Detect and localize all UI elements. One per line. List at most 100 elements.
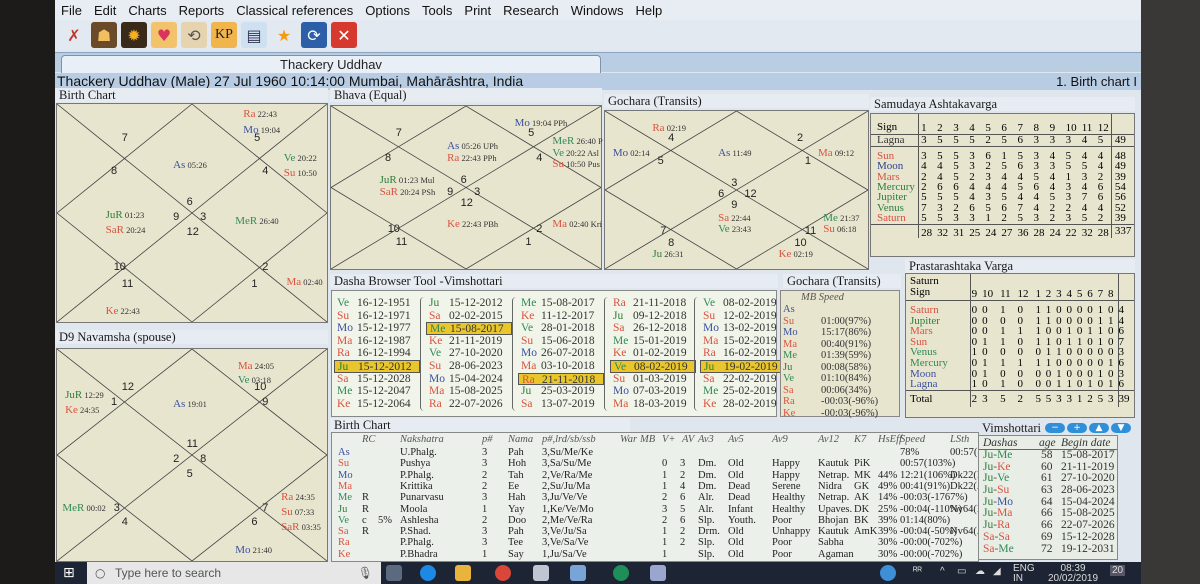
dasha-row[interactable]: Ra 21-11-2018 — [518, 372, 604, 386]
sun-icon[interactable]: ✹ — [121, 22, 147, 48]
menu-classical-references[interactable]: Classical references — [230, 3, 359, 18]
astrology-app-icon[interactable] — [570, 565, 586, 581]
table-row[interactable]: Ve c 5% Ashlesha 2 Doo 2,Me/Ve/Ra 2 6 Slp. Youth. P… — [332, 515, 978, 526]
onedrive-icon[interactable]: ☁ — [975, 566, 985, 577]
scroll-up-button[interactable]: ▲ — [1089, 423, 1109, 433]
dasha-row[interactable]: Ra 16-02-2019 — [700, 347, 786, 360]
edge-browser-icon[interactable] — [420, 565, 436, 581]
menu-charts[interactable]: Charts — [122, 3, 172, 18]
dasha-row[interactable]: Mo 13-02-2019 — [700, 322, 786, 335]
menu-tools[interactable]: Tools — [416, 3, 458, 18]
taskbar-search-input[interactable]: ○ Type here to search 🎙 — [87, 562, 381, 584]
dasha-row[interactable]: Ma 18-03-2019 — [610, 398, 696, 411]
dasha-row[interactable]: Ve 16-12-1951 — [334, 297, 420, 310]
dasha-row[interactable]: Ju 15-12-2012 — [334, 359, 420, 373]
show-hidden-icons[interactable]: ^ — [940, 566, 945, 577]
app-icon[interactable] — [613, 565, 629, 581]
dasha-row[interactable]: Ma 15-02-2019 — [700, 335, 786, 348]
dasha-row[interactable]: Ju 25-03-2019 — [518, 385, 604, 398]
dasha-row[interactable]: Ju 19-02-2019 — [700, 359, 786, 373]
dasha-row[interactable]: Sa 26-12-2018 — [610, 322, 696, 335]
dasha-row[interactable]: Ma 03-10-2018 — [518, 360, 604, 373]
dasha-row[interactable]: Ju 09-12-2018 — [610, 310, 696, 323]
dasha-row[interactable]: Ju 15-12-2012 — [426, 297, 512, 310]
wifi-icon[interactable]: ◢ — [993, 566, 1001, 577]
file-explorer-icon[interactable] — [455, 565, 471, 581]
dasha-row[interactable]: Ra 21-11-2018 — [610, 297, 696, 310]
close-icon[interactable]: ✕ — [331, 22, 357, 48]
dasha-row[interactable]: Su 12-02-2019 — [700, 310, 786, 323]
task-view-icon[interactable] — [386, 565, 402, 581]
dasha-row[interactable]: Ra 22-07-2026 — [426, 398, 512, 411]
star-icon[interactable]: ★ — [271, 22, 297, 48]
menu-print[interactable]: Print — [458, 3, 497, 18]
dasha-row[interactable]: Me 15-08-2017 — [518, 297, 604, 310]
dasha-row[interactable]: Me 15-12-2047 — [334, 385, 420, 398]
dasha-row[interactable]: Sa 22-02-2019 — [700, 373, 786, 386]
expand-button[interactable]: + — [1067, 423, 1087, 433]
gochara-chart[interactable]: 4 5 2 1 3 6 12 9 7 8 11 10 Ra 02:19 Mo 02:14 As 11:49 M… — [604, 110, 869, 270]
app-pinned-icon[interactable] — [650, 565, 666, 581]
table-row[interactable]: AsU.Phalg.3Pah3,Su/Me/Ke78%00:57(103%) — [332, 447, 1005, 458]
dasha-row[interactable]: Ke 15-12-2064 — [334, 398, 420, 411]
table-row[interactable]: Ju R Moola 1 Yay 1,Ke/Ve/Mo 3 5 Alr. Infant Health… — [332, 504, 995, 515]
notification-center-icon[interactable]: 20 — [1110, 565, 1126, 576]
kp-icon[interactable]: KP — [211, 22, 237, 48]
dasha-row[interactable]: Ke 21-11-2019 — [426, 335, 512, 348]
dasha-row[interactable]: Su 28-06-2023 — [426, 360, 512, 373]
chart-notes-icon[interactable]: ▤ — [241, 22, 267, 48]
dasha-row[interactable]: Ke 28-02-2019 — [700, 398, 786, 411]
table-row[interactable]: Su Pushya 3 Hoh 3,Sa/Su/Me 0 3 Dm. Old Happy Kautu… — [332, 458, 978, 469]
scroll-down-button[interactable]: ▼ — [1111, 423, 1131, 433]
collapse-button[interactable]: − — [1045, 423, 1065, 433]
tools-icon[interactable]: ✗ — [61, 22, 87, 48]
silhouette-icon[interactable]: ☗ — [91, 22, 117, 48]
navamsha-chart[interactable]: 12 1 10 9 11 2 8 5 3 4 7 6 Ma 24:05 Ve 03:18 JuR 12:29… — [56, 348, 328, 562]
menu-reports[interactable]: Reports — [173, 3, 231, 18]
clock[interactable]: 08:39 20/02/2019 — [1048, 564, 1098, 584]
dasha-row[interactable]: Mo 26-07-2018 — [518, 347, 604, 360]
menu-options[interactable]: Options — [359, 3, 416, 18]
dasha-row[interactable]: Sa 13-07-2019 — [518, 398, 604, 411]
tab-chart[interactable]: Thackery Uddhav — [61, 55, 601, 73]
dasha-row[interactable]: Me 15-08-2017 — [426, 322, 512, 335]
dasha-row[interactable]: Me 25-02-2019 — [700, 385, 786, 398]
dasha-row[interactable]: Mo 07-03-2019 — [610, 385, 696, 398]
bhava-chart[interactable]: 7 8 5 4 6 9 3 12 10 11 2 1 Mo 19:04 PPh MeR 26:40 P Ve… — [330, 105, 603, 270]
dasha-row[interactable]: Me 15-01-2019 — [610, 335, 696, 348]
language-indicator[interactable]: ENG IN — [1013, 564, 1035, 584]
dasha-row[interactable]: Mo 15-12-1977 — [334, 322, 420, 335]
help-icon[interactable] — [880, 565, 896, 581]
hearts-icon[interactable]: ♥ — [151, 22, 177, 48]
dasha-row[interactable]: Su 16-12-1971 — [334, 310, 420, 323]
dasha-row[interactable]: Ve 27-10-2020 — [426, 347, 512, 360]
menu-help[interactable]: Help — [630, 3, 669, 18]
dasha-row[interactable]: Sa 02-02-2015 — [426, 310, 512, 323]
microphone-icon[interactable]: 🎙 — [358, 562, 373, 584]
windows-start-icon[interactable]: ⊞ — [63, 565, 79, 581]
dasha-row[interactable]: Mo 15-04-2024 — [426, 373, 512, 386]
dasha-row[interactable]: Su 01-03-2019 — [610, 373, 696, 386]
menu-research[interactable]: Research — [497, 3, 565, 18]
table-row[interactable]: Ra P.Phalg. 3 Tee 3,Ve/Sa/Ve 1 2 Slp. Old Poor Sab… — [332, 537, 978, 548]
table-row[interactable]: Ma Krittika 2 Ee 2,Su/Ju/Ma 1 4 Dm. Dead Serene Ni… — [332, 481, 992, 492]
sync-icon[interactable]: ⟳ — [301, 22, 327, 48]
dasha-row[interactable]: Sa 15-12-2028 — [334, 373, 420, 386]
table-row[interactable]: Mo P.Phalg. 2 Tah 2,Ve/Ra/Me 1 2 Dm. Old Happy Net… — [332, 470, 995, 481]
dasha-row[interactable]: Ke 11-12-2017 — [518, 310, 604, 323]
chart-selector[interactable]: 1. Birth chart I — [1056, 73, 1137, 90]
store-icon[interactable] — [533, 565, 549, 581]
dasha-row[interactable]: Ve 08-02-2019 — [700, 297, 786, 310]
menu-windows[interactable]: Windows — [565, 3, 630, 18]
battery-icon[interactable]: ▭ — [957, 566, 966, 577]
menu-file[interactable]: File — [55, 3, 88, 18]
table-row[interactable]: Me R Punarvasu 3 Hah 3,Ju/Ve/Ve 2 6 Alr. Dead Heal… — [332, 492, 978, 503]
dasha-row[interactable]: Ve 28-01-2018 — [518, 322, 604, 335]
dasha-row[interactable]: Ve 08-02-2019 — [610, 359, 696, 373]
dasha-row[interactable]: Ke 01-02-2019 — [610, 347, 696, 360]
chart-rotate-icon[interactable]: ⟲ — [181, 22, 207, 48]
table-row[interactable]: Sa R P.Shad. 3 Pah 3,Ve/Ju/Sa 1 2 Drm. Old Unhappy… — [332, 526, 992, 537]
menu-edit[interactable]: Edit — [88, 3, 122, 18]
table-row[interactable]: Ke P.Bhadra 1 Say 1,Ju/Sa/Ve 1 Slp. Old Poor Agam… — [332, 549, 978, 560]
dasha-row[interactable]: Ra 16-12-1994 — [334, 347, 420, 360]
